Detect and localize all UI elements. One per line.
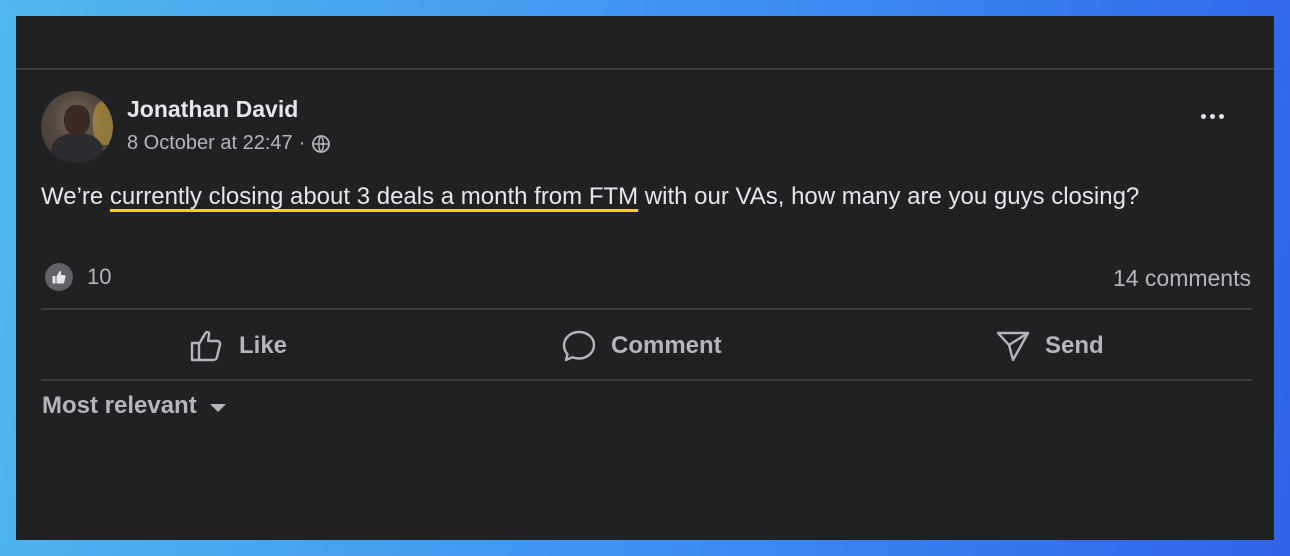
dot bbox=[1210, 114, 1215, 119]
more-options-icon[interactable] bbox=[1201, 114, 1224, 119]
avatar-head bbox=[64, 105, 90, 135]
post-text-highlighted: currently closing about 3 deals a month … bbox=[109, 183, 639, 210]
actions-top-divider bbox=[41, 308, 1252, 310]
globe-icon[interactable] bbox=[311, 134, 331, 154]
avatar[interactable] bbox=[41, 91, 113, 163]
send-button[interactable]: Send bbox=[995, 326, 1104, 366]
comment-icon bbox=[562, 330, 596, 362]
comment-sort-dropdown[interactable]: Most relevant bbox=[42, 392, 227, 420]
reaction-count: 10 bbox=[87, 264, 112, 289]
avatar-body bbox=[51, 133, 103, 163]
actions-bottom-divider bbox=[41, 379, 1252, 381]
post-text-start: We’re bbox=[41, 183, 110, 210]
like-icon bbox=[190, 330, 222, 362]
top-divider bbox=[16, 68, 1274, 70]
comment-label: Comment bbox=[611, 332, 722, 359]
sort-label: Most relevant bbox=[42, 392, 197, 419]
post-meta: 8 October at 22:47 · bbox=[127, 132, 331, 155]
post-timestamp[interactable]: 8 October at 22:47 bbox=[127, 132, 293, 155]
comment-button[interactable]: Comment bbox=[561, 326, 722, 366]
post-author-name[interactable]: Jonathan David bbox=[127, 96, 298, 123]
like-label: Like bbox=[239, 332, 288, 359]
thumbs-up-icon bbox=[45, 263, 73, 291]
dot bbox=[1201, 114, 1206, 119]
send-icon bbox=[996, 331, 1030, 362]
reactions-summary[interactable]: 10 bbox=[45, 263, 111, 291]
post-text: We’re currently closing about 3 deals a … bbox=[41, 179, 1246, 214]
screen: Jonathan David 8 October at 22:47 · We’r… bbox=[16, 16, 1274, 540]
dot bbox=[1219, 114, 1224, 119]
post-text-end: with our VAs, how many are you guys clos… bbox=[638, 183, 1140, 210]
like-button[interactable]: Like bbox=[189, 326, 287, 366]
comments-count-link[interactable]: 14 comments bbox=[1113, 265, 1251, 292]
caret-down-icon bbox=[209, 404, 226, 412]
send-label: Send bbox=[1045, 332, 1104, 359]
meta-separator: · bbox=[298, 132, 306, 154]
